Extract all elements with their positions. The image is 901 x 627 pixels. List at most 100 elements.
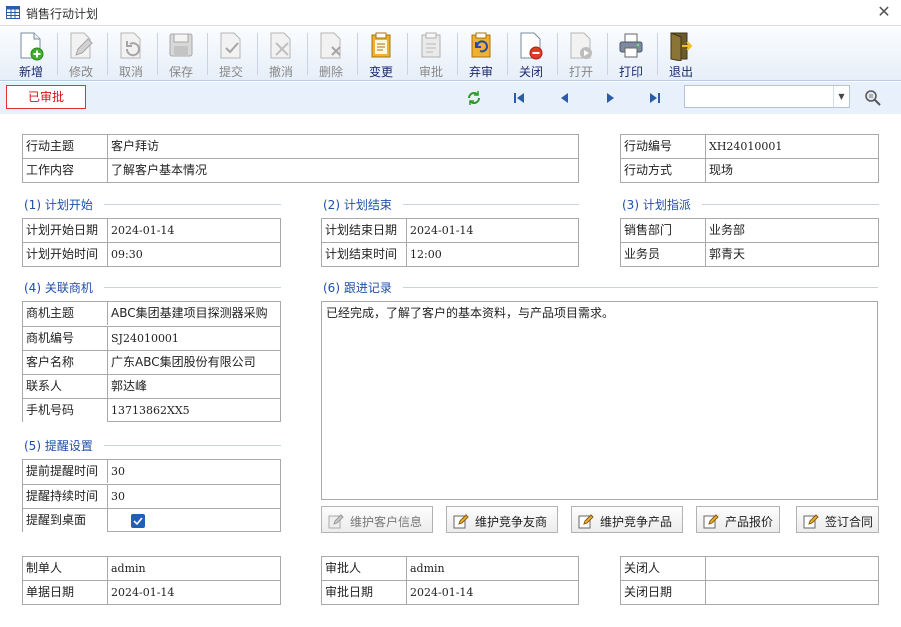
code-field[interactable]: XH24010001 bbox=[706, 135, 878, 158]
start-date-label: 计划开始日期 bbox=[23, 219, 108, 242]
content-field[interactable]: 了解客户基本情况 bbox=[108, 159, 578, 182]
edit-note-icon bbox=[703, 514, 719, 529]
window-title: 销售行动计划 bbox=[26, 7, 99, 21]
new-doc-icon bbox=[20, 32, 44, 61]
advance-field[interactable]: 30 bbox=[108, 460, 280, 483]
advance-label: 提前提醒时间 bbox=[23, 460, 108, 483]
maintain-competitor-product-button[interactable]: 维护竞争产品 bbox=[571, 506, 683, 533]
theme-field[interactable]: 客户拜访 bbox=[108, 135, 578, 158]
opp-phone-label: 手机号码 bbox=[23, 399, 108, 422]
staff-label: 业务员 bbox=[621, 243, 706, 266]
title-bar: 销售行动计划 ✕ bbox=[0, 0, 901, 26]
dept-row: 销售部门 业务部 bbox=[621, 219, 878, 243]
revoke-label: 撤消 bbox=[268, 65, 293, 79]
duration-label: 提醒持续时间 bbox=[23, 485, 108, 508]
new-button[interactable]: 新增 bbox=[6, 27, 56, 81]
approve-icon bbox=[421, 32, 441, 58]
followup-textarea[interactable]: 已经完成，了解了客户的基本资料，与产品项目需求。 bbox=[321, 301, 878, 500]
approve-button[interactable]: 审批 bbox=[406, 27, 456, 81]
close-icon: ✕ bbox=[877, 2, 891, 21]
print-button[interactable]: 打印 bbox=[606, 27, 656, 81]
dept-field[interactable]: 业务部 bbox=[706, 219, 878, 242]
edit-icon bbox=[70, 32, 93, 59]
closer-row: 关闭人 bbox=[621, 557, 878, 581]
theme-row: 行动主题 客户拜访 bbox=[23, 135, 578, 159]
last-record-icon[interactable] bbox=[647, 90, 663, 106]
sign-contract-button[interactable]: 签订合同 bbox=[796, 506, 879, 533]
edit-note-icon bbox=[328, 514, 344, 529]
end-date-row: 计划结束日期 2024-01-14 bbox=[322, 219, 578, 243]
opp-contact-label: 联系人 bbox=[23, 375, 108, 398]
edit-note-icon bbox=[578, 514, 594, 529]
code-label: 行动编号 bbox=[621, 135, 706, 158]
opp-code-row: 商机编号 SJ24010001 bbox=[23, 326, 280, 350]
approve-label: 审批 bbox=[418, 65, 443, 79]
next-record-icon[interactable] bbox=[602, 90, 618, 106]
end-time-row: 计划结束时间 12:00 bbox=[322, 242, 578, 266]
open-doc-button[interactable]: 打开 bbox=[556, 27, 606, 81]
exit-button[interactable]: 退出 bbox=[656, 27, 706, 81]
duration-row: 提醒持续时间 30 bbox=[23, 484, 280, 508]
cancel-button[interactable]: 取消 bbox=[106, 27, 156, 81]
desktop-label: 提醒到桌面 bbox=[23, 509, 108, 532]
revoke-icon bbox=[270, 32, 291, 59]
window-table-icon bbox=[6, 6, 20, 19]
bill-date-label: 单据日期 bbox=[23, 581, 108, 604]
plan-start-section-title: (1) 计划开始 bbox=[24, 196, 281, 213]
start-date-row: 计划开始日期 2024-01-14 bbox=[23, 219, 280, 243]
closer-fields: 关闭人 关闭日期 bbox=[620, 556, 879, 605]
approver-field: admin bbox=[410, 562, 445, 575]
end-time-field[interactable]: 12:00 bbox=[407, 243, 578, 266]
edit-note-icon bbox=[453, 514, 469, 529]
maker-fields: 制单人 admin 单据日期 2024-01-14 bbox=[22, 556, 281, 605]
delete-button[interactable]: 删除 bbox=[306, 27, 356, 81]
checkmark-icon bbox=[133, 517, 143, 526]
start-time-field[interactable]: 09:30 bbox=[108, 243, 280, 266]
close-doc-label: 关闭 bbox=[518, 65, 543, 79]
close-doc-button[interactable]: 关闭 bbox=[506, 27, 556, 81]
desktop-reminder-checkbox[interactable] bbox=[131, 514, 145, 528]
change-button[interactable]: 变更 bbox=[356, 27, 406, 81]
opp-phone-field[interactable]: 13713862XX5 bbox=[108, 399, 280, 422]
opp-contact-field[interactable]: 郭达峰 bbox=[108, 375, 280, 398]
opp-code-field[interactable]: SJ24010001 bbox=[108, 327, 280, 350]
save-icon bbox=[169, 33, 193, 57]
product-quote-button[interactable]: 产品报价 bbox=[696, 506, 780, 533]
plan-start-fields: 计划开始日期 2024-01-14 计划开始时间 09:30 bbox=[22, 218, 281, 267]
printer-icon bbox=[619, 33, 643, 58]
previous-record-icon[interactable] bbox=[557, 90, 573, 106]
form-area: 行动主题 客户拜访 工作内容 了解客户基本情况 行动编号 XH24010001 … bbox=[0, 114, 901, 627]
open-doc-label: 打开 bbox=[568, 65, 593, 79]
chevron-down-icon[interactable]: ▼ bbox=[833, 86, 849, 107]
window-close-button[interactable]: ✕ bbox=[875, 2, 893, 22]
dept-label: 销售部门 bbox=[621, 219, 706, 242]
approve-date-row: 审批日期 2024-01-14 bbox=[322, 580, 578, 604]
edit-button[interactable]: 修改 bbox=[56, 27, 106, 81]
plan-end-section-title: (2) 计划结束 bbox=[323, 196, 579, 213]
revoke-button[interactable]: 撤消 bbox=[256, 27, 306, 81]
maintain-customer-button[interactable]: 维护客户信息 bbox=[321, 506, 433, 533]
start-date-field[interactable]: 2024-01-14 bbox=[108, 219, 280, 242]
search-icon[interactable] bbox=[864, 89, 882, 107]
save-button[interactable]: 保存 bbox=[156, 27, 206, 81]
end-time-label: 计划结束时间 bbox=[322, 243, 407, 266]
method-field[interactable]: 现场 bbox=[706, 159, 878, 182]
refresh-icon[interactable] bbox=[466, 90, 482, 106]
cancel-label: 取消 bbox=[118, 65, 143, 79]
first-record-icon[interactable] bbox=[511, 90, 527, 106]
opp-customer-field[interactable]: 广东ABC集团股份有限公司 bbox=[108, 351, 280, 374]
code-row: 行动编号 XH24010001 bbox=[621, 135, 878, 159]
duration-field[interactable]: 30 bbox=[108, 485, 280, 508]
opp-customer-row: 客户名称 广东ABC集团股份有限公司 bbox=[23, 350, 280, 374]
staff-field[interactable]: 郭青天 bbox=[706, 243, 878, 266]
submit-button[interactable]: 提交 bbox=[206, 27, 256, 81]
maintain-competitor-button[interactable]: 维护竞争友商 bbox=[446, 506, 558, 533]
opp-subject-field[interactable]: ABC集团基建项目探测器采购 bbox=[108, 302, 280, 325]
opp-customer-label: 客户名称 bbox=[23, 351, 108, 374]
edit-label: 修改 bbox=[68, 65, 93, 79]
unapprove-button[interactable]: 弃审 bbox=[456, 27, 506, 81]
content-label: 工作内容 bbox=[23, 159, 108, 182]
record-search-combo[interactable]: ▼ bbox=[684, 85, 850, 108]
end-date-field[interactable]: 2024-01-14 bbox=[407, 219, 578, 242]
closer-field bbox=[706, 557, 878, 580]
